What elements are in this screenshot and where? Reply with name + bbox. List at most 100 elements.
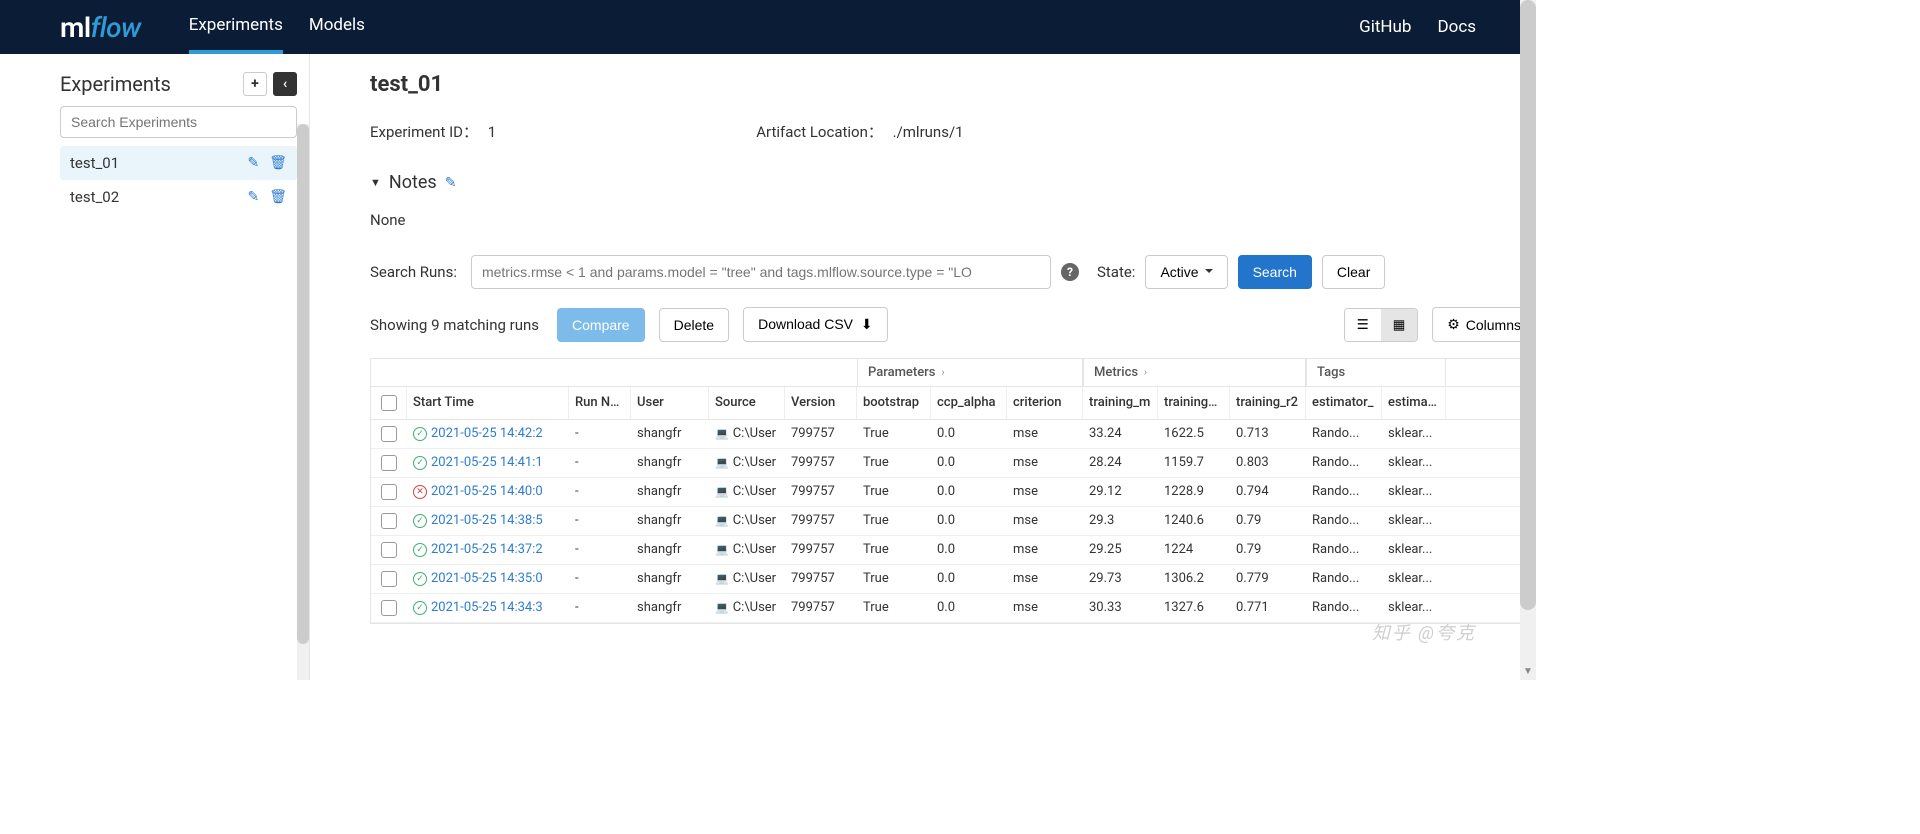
collapse-sidebar-button[interactable]: ‹ [273,72,297,96]
grid-view-button[interactable]: ▦ [1381,309,1418,341]
sidebar-scrollbar[interactable] [297,124,309,680]
page-scrollbar[interactable]: ▼ [1520,0,1536,680]
gear-icon: ⚙ [1447,316,1460,333]
col-training-m1[interactable]: training_m [1083,387,1158,419]
col-group-metrics[interactable]: Metrics › [1083,359,1306,386]
ccp-alpha-cell: 0.0 [931,449,1007,477]
sidebar-scrollbar-thumb[interactable] [297,124,309,644]
experiments-list: test_01 ✎ 🗑 test_02 ✎ 🗑 [60,146,297,214]
source-cell: 💻C:\User [709,536,785,564]
col-ccp-alpha[interactable]: ccp_alpha [931,387,1007,419]
table-row[interactable]: ✓2021-05-25 14:42:2 - shangfr 💻C:\User 7… [371,420,1523,449]
row-checkbox[interactable] [381,426,397,442]
user-cell: shangfr [631,449,709,477]
add-experiment-button[interactable]: + [243,72,267,96]
col-estimator-1[interactable]: estimator_ [1306,387,1382,419]
list-view-button[interactable]: ☰ [1345,309,1381,341]
col-estimator-2[interactable]: estimator_ [1382,387,1446,419]
start-time-link[interactable]: 2021-05-25 14:34:3 [431,600,543,615]
col-training-r2[interactable]: training_r2 [1230,387,1306,419]
row-checkbox[interactable] [381,542,397,558]
version-cell: 799757 [785,536,857,564]
start-time-link[interactable]: 2021-05-25 14:40:0 [431,484,543,499]
sidebar-item-test_01[interactable]: test_01 ✎ 🗑 [60,146,297,180]
user-cell: shangfr [631,478,709,506]
source-cell: 💻C:\User [709,449,785,477]
metric-3-cell: 0.79 [1230,536,1306,564]
start-time-link[interactable]: 2021-05-25 14:35:0 [431,571,543,586]
col-criterion[interactable]: criterion [1007,387,1083,419]
metric-1-cell: 29.12 [1083,478,1158,506]
scroll-down-icon[interactable]: ▼ [1520,662,1536,680]
status-icon: ✕ [413,485,427,499]
table-row[interactable]: ✓2021-05-25 14:35:0 - shangfr 💻C:\User 7… [371,565,1523,594]
version-cell: 799757 [785,507,857,535]
col-start-time[interactable]: Start Time [407,387,569,419]
row-checkbox[interactable] [381,484,397,500]
table-row[interactable]: ✓2021-05-25 14:38:5 - shangfr 💻C:\User 7… [371,507,1523,536]
run-name-cell: - [569,478,631,506]
metric-3-cell: 0.79 [1230,507,1306,535]
chevron-right-icon: › [1144,367,1147,378]
table-row[interactable]: ✓2021-05-25 14:34:3 - shangfr 💻C:\User 7… [371,594,1523,623]
row-checkbox[interactable] [381,600,397,616]
start-time-link[interactable]: 2021-05-25 14:42:2 [431,426,543,441]
col-run-name[interactable]: Run Name [569,387,631,419]
edit-icon[interactable]: ✎ [247,155,259,171]
tab-experiments[interactable]: Experiments [189,0,283,54]
logo[interactable]: mlflow [60,11,141,44]
col-source[interactable]: Source [709,387,785,419]
col-version[interactable]: Version [785,387,857,419]
row-checkbox[interactable] [381,455,397,471]
version-cell: 799757 [785,594,857,622]
notes-body: None [370,211,1536,229]
help-icon[interactable]: ? [1061,263,1079,281]
start-time-link[interactable]: 2021-05-25 14:41:1 [431,455,543,470]
state-dropdown[interactable]: Active [1145,255,1227,289]
edit-icon[interactable]: ✎ [247,189,259,205]
row-checkbox[interactable] [381,571,397,587]
link-docs[interactable]: Docs [1437,17,1476,37]
col-training-m2[interactable]: training_m [1158,387,1230,419]
row-checkbox[interactable] [381,513,397,529]
page-scrollbar-thumb[interactable] [1520,0,1536,610]
sidebar-item-test_02[interactable]: test_02 ✎ 🗑 [60,180,297,214]
run-name-cell: - [569,507,631,535]
col-group-tags[interactable]: Tags [1306,359,1446,386]
delete-icon[interactable]: 🗑 [269,155,287,171]
metric-3-cell: 0.794 [1230,478,1306,506]
tag-2-cell: sklear... [1382,478,1446,506]
download-csv-button[interactable]: Download CSV ⬇ [743,307,888,342]
tag-1-cell: Rando... [1306,478,1382,506]
compare-button[interactable]: Compare [557,308,645,342]
col-user[interactable]: User [631,387,709,419]
edit-icon[interactable]: ✎ [445,175,457,191]
tag-1-cell: Rando... [1306,594,1382,622]
metric-2-cell: 1622.5 [1158,420,1230,448]
sidebar: Experiments + ‹ test_01 ✎ 🗑 test_02 ✎ 🗑 [0,54,310,680]
col-group-parameters[interactable]: Parameters › [857,359,1083,386]
table-row[interactable]: ✓2021-05-25 14:37:2 - shangfr 💻C:\User 7… [371,536,1523,565]
search-runs-input[interactable] [471,255,1051,289]
clear-button[interactable]: Clear [1322,255,1385,289]
start-time-link[interactable]: 2021-05-25 14:38:5 [431,513,543,528]
search-button[interactable]: Search [1238,255,1312,289]
metric-1-cell: 29.3 [1083,507,1158,535]
table-row[interactable]: ✓2021-05-25 14:41:1 - shangfr 💻C:\User 7… [371,449,1523,478]
delete-button[interactable]: Delete [659,308,729,342]
notes-toggle[interactable]: ▼ Notes ✎ [370,172,1536,193]
select-all-checkbox[interactable] [381,395,397,411]
col-bootstrap[interactable]: bootstrap [857,387,931,419]
experiment-name: test_02 [70,188,247,206]
tag-1-cell: Rando... [1306,565,1382,593]
start-time-link[interactable]: 2021-05-25 14:37:2 [431,542,543,557]
logo-flow: flow [91,11,141,44]
experiment-name: test_01 [70,154,247,172]
version-cell: 799757 [785,449,857,477]
search-experiments-input[interactable] [60,106,297,138]
metric-1-cell: 29.73 [1083,565,1158,593]
tab-models[interactable]: Models [309,0,365,54]
table-row[interactable]: ✕2021-05-25 14:40:0 - shangfr 💻C:\User 7… [371,478,1523,507]
delete-icon[interactable]: 🗑 [269,189,287,205]
link-github[interactable]: GitHub [1359,17,1411,37]
